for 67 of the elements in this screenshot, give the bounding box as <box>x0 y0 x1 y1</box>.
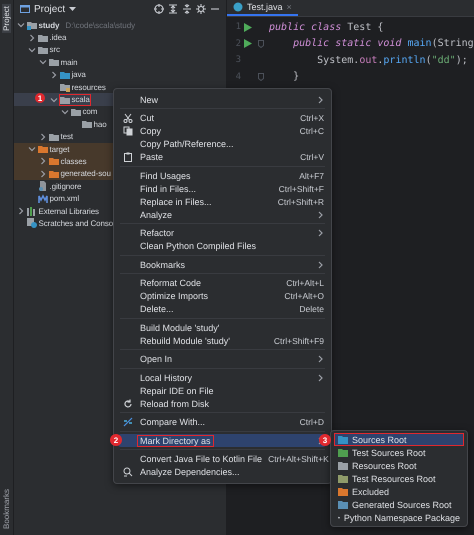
shortcut: Ctrl+Shift+F9 <box>272 336 324 346</box>
menu-label: Replace in Files... <box>139 196 213 208</box>
tree-item-text: Scratches and Conso <box>38 218 114 228</box>
menu-label: Build Module 'study' <box>139 322 220 334</box>
menu-label: Delete... <box>139 303 175 315</box>
shortcut: Ctrl+V <box>299 152 324 162</box>
tree-item-text: .idea <box>50 33 66 42</box>
tree-item-text: classes <box>60 156 86 166</box>
menu-label: Reformat Code <box>139 277 202 289</box>
shortcut: Ctrl+Shift+F <box>278 184 324 194</box>
tree-item-text: src <box>50 45 60 54</box>
submenu-label: Python Namespace Package <box>344 512 460 522</box>
shortcut: Ctrl+C <box>298 126 324 136</box>
submenu-label: Sources Root <box>352 434 407 444</box>
shortcut: Ctrl+Alt+O <box>283 291 324 301</box>
menu-label: Local History <box>139 372 194 384</box>
menu-label: Repair IDE on File <box>139 384 215 396</box>
menu-label: New <box>139 94 160 106</box>
menu-label: Open In <box>139 353 174 365</box>
menu-label: Copy <box>139 125 162 137</box>
shortcut: Ctrl+Alt+L <box>285 278 324 288</box>
code-line: } <box>292 71 300 82</box>
menu-label: Analyze Dependencies... <box>139 466 241 478</box>
submenu-label: Test Sources Root <box>352 448 426 458</box>
shortcut: Ctrl+X <box>299 113 324 123</box>
menu-label: Rebuild Module 'study' <box>139 334 231 346</box>
menu-label: Copy Path/Reference... <box>139 138 235 150</box>
menu-label: Cut <box>139 112 156 124</box>
tree-item-text: External Libraries <box>38 206 99 216</box>
submenu-label: Resources Root <box>352 460 417 470</box>
tree-item-text: generated-sou <box>60 169 111 178</box>
menu-label: Find Usages <box>139 170 192 182</box>
tree-item-text: main <box>60 58 78 67</box>
submenu-label: Test Resources Root <box>352 474 436 484</box>
tree-item-text: hao <box>94 120 107 129</box>
tree-item-text: .gitignore <box>50 182 82 191</box>
tree-item-text: scala <box>72 95 90 104</box>
menu-label: Optimize Imports <box>139 290 210 302</box>
menu-label: Bookmarks <box>139 258 186 270</box>
code-line: System.out.println("dd"); <box>316 54 468 66</box>
tree-item-text: java <box>72 70 86 80</box>
shortcut: Delete <box>298 304 324 314</box>
submenu-label: Excluded <box>352 486 390 496</box>
menu-label: Refactor <box>139 227 176 239</box>
menu-label: Find in Files... <box>139 182 198 194</box>
submenu-label: Generated Sources Root <box>352 500 452 510</box>
tree-item-text: com <box>82 107 98 116</box>
code-line: public class Test { <box>269 22 384 33</box>
menu-label: Clean Python Compiled Files <box>139 240 258 252</box>
tree-item-text: target <box>50 144 70 154</box>
outlined-menu-label: Mark Directory as <box>137 434 214 446</box>
menu-label: Reload from Disk <box>139 398 210 410</box>
menu-label: Convert Java File to Kotlin File <box>139 453 264 465</box>
tree-item-text: test <box>60 132 73 142</box>
tree-item-text: study <box>38 20 60 30</box>
shortcut: Alt+F7 <box>298 170 324 180</box>
menu-label: Analyze <box>139 208 174 220</box>
shortcut: Ctrl+D <box>298 417 324 427</box>
code-line: public static void main(String <box>292 38 474 50</box>
project-path: D:\code\scala\study <box>65 20 136 30</box>
shortcut: Ctrl+Alt+Shift+K <box>267 454 329 464</box>
tree-item-text: pom.xml <box>50 194 80 204</box>
tree-item-text: resources <box>72 82 106 92</box>
menu-label: Compare With... <box>139 416 206 428</box>
tab-label: Test.java <box>247 2 283 12</box>
shortcut: Ctrl+Shift+R <box>276 196 324 206</box>
menu-label: Paste <box>139 151 164 163</box>
